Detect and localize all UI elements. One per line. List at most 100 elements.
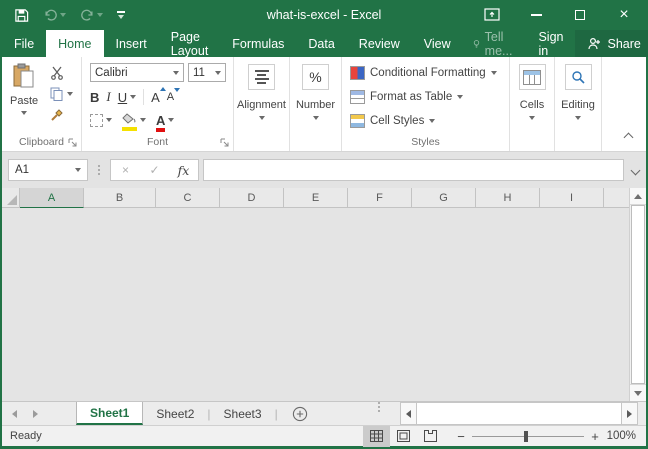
share-button[interactable]: Share <box>575 30 648 57</box>
tell-me-label: Tell me... <box>485 30 517 58</box>
borders-button[interactable] <box>90 114 112 127</box>
tell-me-button[interactable]: Tell me... <box>463 30 527 57</box>
conditional-formatting-dropdown-icon <box>491 71 497 75</box>
format-painter-button[interactable] <box>50 107 73 123</box>
cancel-button[interactable]: × <box>111 160 140 180</box>
sheet-tab-sheet3[interactable]: Sheet3 <box>211 402 275 425</box>
cell-styles-dropdown-icon <box>429 119 435 123</box>
horizontal-scroll-thumb[interactable] <box>417 402 621 425</box>
normal-view-button[interactable] <box>363 426 390 447</box>
font-size-select[interactable]: 11 <box>188 63 226 82</box>
previous-sheet-button[interactable] <box>12 410 17 418</box>
cell-styles-button[interactable]: Cell Styles <box>350 109 509 133</box>
collapse-ribbon-icon[interactable] <box>624 133 634 143</box>
minimize-button[interactable] <box>514 0 558 30</box>
insert-function-button[interactable]: fx <box>169 160 198 180</box>
zoom-in-button[interactable]: + <box>584 429 606 444</box>
zoom-level[interactable]: 100% <box>606 430 646 442</box>
copy-button[interactable] <box>50 86 73 102</box>
ribbon-display-options-icon <box>484 8 500 22</box>
cells-button[interactable]: Cells <box>510 64 554 120</box>
next-sheet-button[interactable] <box>33 410 38 418</box>
expand-formula-bar-icon[interactable] <box>631 166 641 176</box>
tab-formulas[interactable]: Formulas <box>220 30 296 57</box>
sign-in-button[interactable]: Sign in <box>526 30 575 57</box>
undo-icon <box>43 8 58 22</box>
column-header-a[interactable]: A <box>20 188 84 208</box>
zoom-out-button[interactable]: − <box>450 429 472 444</box>
formula-input[interactable] <box>203 159 624 181</box>
maximize-button[interactable] <box>558 0 602 30</box>
tab-view[interactable]: View <box>412 30 463 57</box>
editing-button[interactable]: Editing <box>555 64 601 120</box>
scroll-right-button[interactable] <box>621 402 638 425</box>
font-dialog-launcher[interactable] <box>220 138 230 148</box>
column-header-j[interactable]: J <box>604 188 629 208</box>
italic-button[interactable]: I <box>106 89 110 105</box>
scroll-right-icon <box>627 410 632 418</box>
sheet-navigation <box>2 402 50 425</box>
new-sheet-button[interactable] <box>292 402 308 425</box>
decrease-font-size-button[interactable]: A <box>167 91 174 103</box>
conditional-formatting-icon <box>350 66 365 80</box>
column-header-d[interactable]: D <box>220 188 284 208</box>
close-button[interactable]: × <box>602 0 646 30</box>
number-button[interactable]: % Number <box>290 64 341 120</box>
alignment-button[interactable]: Alignment <box>234 64 289 120</box>
tab-data[interactable]: Data <box>296 30 346 57</box>
sheet-tab-sheet1[interactable]: Sheet1 <box>76 402 143 425</box>
tab-review[interactable]: Review <box>347 30 412 57</box>
cut-button[interactable] <box>50 65 73 81</box>
font-group: Calibri 11 B I U A <box>82 57 234 151</box>
select-all-corner[interactable] <box>2 188 20 208</box>
new-sheet-icon <box>292 406 308 422</box>
save-button[interactable] <box>14 8 29 23</box>
bold-button[interactable]: B <box>90 90 99 105</box>
page-layout-view-button[interactable] <box>390 426 417 447</box>
sheet-tab-sheet2[interactable]: Sheet2 <box>143 402 207 425</box>
font-family-select[interactable]: Calibri <box>90 63 184 82</box>
column-header-g[interactable]: G <box>412 188 476 208</box>
page-break-preview-button[interactable] <box>417 426 444 447</box>
column-header-b[interactable]: B <box>84 188 156 208</box>
font-color-bar <box>156 128 165 132</box>
font-color-letter: A <box>156 113 165 128</box>
vertical-scrollbar[interactable] <box>629 188 646 401</box>
tab-file[interactable]: File <box>2 30 46 57</box>
column-header-e[interactable]: E <box>284 188 348 208</box>
vertical-scroll-thumb[interactable] <box>631 205 645 384</box>
worksheet-grid: ABCDEFGHIJ 12345678910 <box>2 188 646 401</box>
scroll-left-button[interactable] <box>400 402 417 425</box>
scroll-up-button[interactable] <box>630 188 646 205</box>
column-header-c[interactable]: C <box>156 188 220 208</box>
minimize-icon <box>531 14 542 16</box>
customize-quick-access-toolbar-button[interactable] <box>117 11 125 19</box>
tab-insert[interactable]: Insert <box>104 30 159 57</box>
redo-button[interactable] <box>80 8 103 22</box>
tab-home[interactable]: Home <box>46 30 103 57</box>
zoom-slider[interactable] <box>472 426 584 447</box>
close-icon: × <box>619 7 628 23</box>
conditional-formatting-button[interactable]: Conditional Formatting <box>350 61 509 85</box>
tab-page-layout[interactable]: Page Layout <box>159 30 221 57</box>
column-header-h[interactable]: H <box>476 188 540 208</box>
clipboard-dialog-launcher[interactable] <box>68 138 78 148</box>
name-box[interactable]: A1 <box>8 159 88 181</box>
horizontal-scrollbar[interactable] <box>400 402 638 425</box>
ribbon-display-options-button[interactable] <box>470 0 514 30</box>
paste-button[interactable]: Paste <box>10 63 38 115</box>
column-header-i[interactable]: I <box>540 188 604 208</box>
fill-color-button[interactable] <box>122 113 146 127</box>
scroll-up-icon <box>634 194 642 199</box>
scroll-down-button[interactable] <box>630 384 646 401</box>
underline-button[interactable]: U <box>118 90 136 105</box>
format-as-table-button[interactable]: Format as Table <box>350 85 509 109</box>
font-color-button[interactable]: A <box>156 113 174 128</box>
column-header-f[interactable]: F <box>348 188 412 208</box>
undo-button[interactable] <box>43 8 66 22</box>
number-dropdown-icon <box>313 116 319 120</box>
format-as-table-icon <box>350 90 365 104</box>
zoom-slider-thumb[interactable] <box>524 431 528 442</box>
increase-font-size-button[interactable]: A <box>151 90 160 105</box>
enter-button[interactable]: ✓ <box>140 160 169 180</box>
